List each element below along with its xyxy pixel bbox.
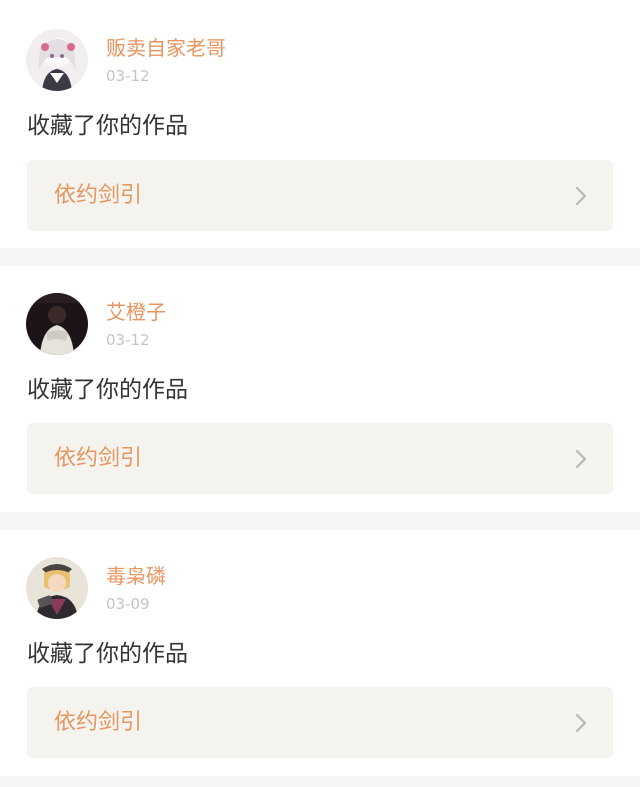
notification-card: 艾橙子 03-12 收藏了你的作品 依约剑引 [0, 266, 640, 512]
activity-text: 收藏了你的作品 [27, 113, 188, 139]
work-link-card[interactable]: 依约剑引 [27, 423, 613, 494]
timestamp: 03-12 [106, 67, 150, 85]
notification-card: 毒枭磷 03-09 收藏了你的作品 依约剑引 [0, 530, 640, 776]
chevron-right-icon [575, 449, 587, 469]
user-avatar[interactable] [26, 557, 88, 619]
notification-feed: 贩卖自家老哥 03-12 收藏了你的作品 依约剑引 艾橙子 03-12 收藏了你… [0, 0, 640, 787]
timestamp: 03-09 [106, 595, 150, 613]
username[interactable]: 艾橙子 [106, 300, 166, 324]
user-avatar[interactable] [26, 293, 88, 355]
activity-text: 收藏了你的作品 [27, 641, 188, 667]
work-title: 依约剑引 [54, 183, 143, 208]
work-link-card[interactable]: 依约剑引 [27, 687, 613, 758]
username[interactable]: 贩卖自家老哥 [106, 36, 226, 60]
chevron-right-icon [575, 186, 587, 206]
timestamp: 03-12 [106, 331, 150, 349]
username[interactable]: 毒枭磷 [106, 564, 166, 588]
work-title: 依约剑引 [54, 710, 143, 735]
chevron-right-icon [575, 713, 587, 733]
activity-text: 收藏了你的作品 [27, 377, 188, 403]
work-link-card[interactable]: 依约剑引 [27, 160, 613, 231]
user-avatar[interactable] [26, 29, 88, 91]
notification-card: 贩卖自家老哥 03-12 收藏了你的作品 依约剑引 [0, 0, 640, 248]
work-title: 依约剑引 [54, 446, 143, 471]
